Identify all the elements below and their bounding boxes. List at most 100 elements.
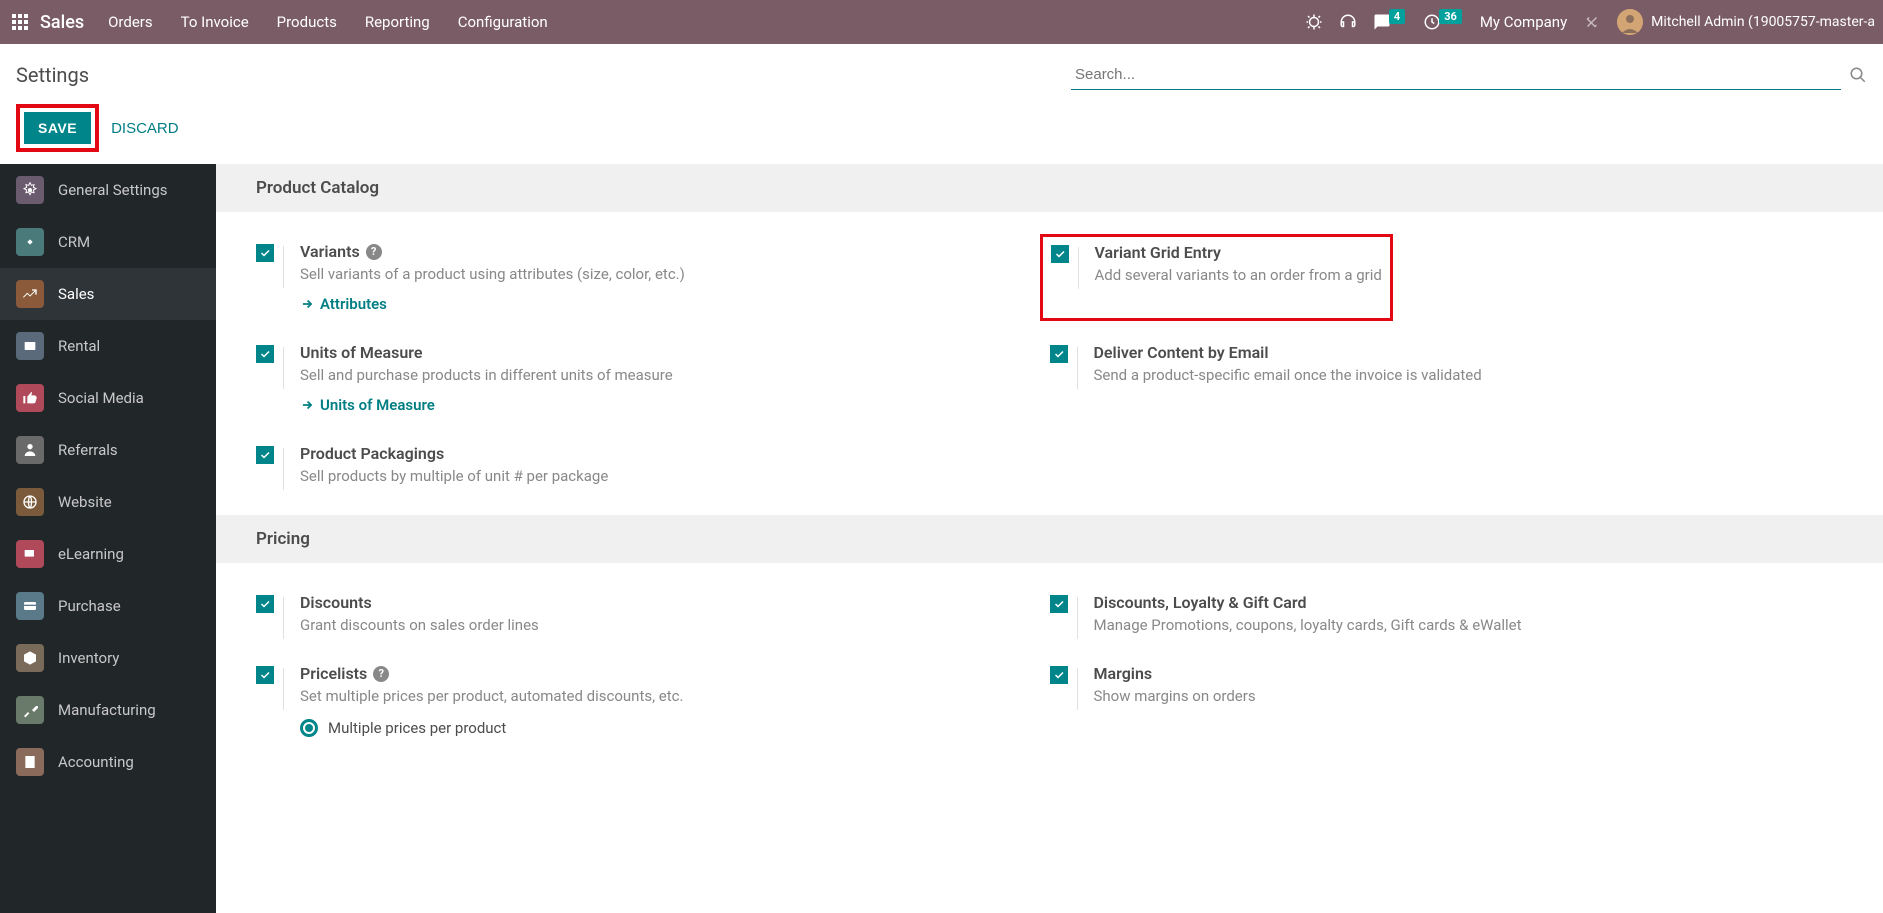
graduation-icon: [16, 540, 44, 568]
apps-icon[interactable]: [8, 10, 32, 34]
tools-icon[interactable]: [1583, 13, 1601, 31]
sidebar-item-purchase[interactable]: Purchase: [0, 580, 216, 632]
setting-desc: Sell products by multiple of unit # per …: [300, 467, 608, 485]
sidebar-item-label: Sales: [58, 285, 94, 303]
save-button[interactable]: SAVE: [24, 112, 91, 144]
section-header-product-catalog: Product Catalog: [216, 164, 1883, 212]
thumbs-up-icon: [16, 384, 44, 412]
sidebar-item-label: Accounting: [58, 753, 134, 771]
setting-loyalty: Discounts, Loyalty & Gift Card Manage Pr…: [1050, 583, 1844, 654]
sidebar-item-label: Manufacturing: [58, 701, 156, 719]
sidebar-item-label: Inventory: [58, 649, 119, 667]
setting-variants: Variants ? Sell variants of a product us…: [256, 232, 1050, 333]
handshake-icon: [16, 228, 44, 256]
setting-desc: Manage Promotions, coupons, loyalty card…: [1094, 616, 1522, 634]
checkbox-margins[interactable]: [1050, 666, 1068, 684]
box-icon: [16, 644, 44, 672]
messages-badge: 4: [1389, 9, 1405, 24]
activities-badge: 36: [1439, 9, 1462, 24]
search-icon[interactable]: [1841, 60, 1867, 90]
setting-title-label: Deliver Content by Email: [1094, 343, 1269, 362]
sidebar-item-label: eLearning: [58, 545, 124, 563]
link-attributes[interactable]: Attributes: [300, 295, 685, 313]
setting-desc: Add several variants to an order from a …: [1095, 266, 1382, 284]
user-name: Mitchell Admin (19005757-master-a: [1651, 14, 1875, 30]
app-brand[interactable]: Sales: [40, 12, 84, 33]
save-highlight-box: SAVE: [16, 104, 99, 152]
nav-orders[interactable]: Orders: [108, 13, 153, 31]
chart-icon: [16, 280, 44, 308]
checkbox-uom[interactable]: [256, 345, 274, 363]
setting-title-label: Product Packagings: [300, 444, 444, 463]
setting-desc: Grant discounts on sales order lines: [300, 616, 539, 634]
book-icon: [16, 748, 44, 776]
messages-icon[interactable]: 4: [1373, 13, 1407, 31]
setting-title-label: Variants: [300, 242, 360, 261]
activities-icon[interactable]: 36: [1423, 13, 1464, 31]
sidebar-item-label: Website: [58, 493, 112, 511]
user-menu[interactable]: Mitchell Admin (19005757-master-a: [1617, 9, 1875, 35]
support-icon[interactable]: [1339, 13, 1357, 31]
nav-to-invoice[interactable]: To Invoice: [181, 13, 249, 31]
setting-pricelists: Pricelists ? Set multiple prices per pro…: [256, 654, 1050, 757]
actions-row: SAVE DISCARD: [0, 96, 1883, 164]
section-header-pricing: Pricing: [216, 515, 1883, 563]
setting-discounts: Discounts Grant discounts on sales order…: [256, 583, 1050, 654]
page-title: Settings: [16, 63, 89, 87]
avatar: [1617, 9, 1643, 35]
checkbox-pricelists[interactable]: [256, 666, 274, 684]
sidebar-item-inventory[interactable]: Inventory: [0, 632, 216, 684]
sidebar-item-website[interactable]: Website: [0, 476, 216, 528]
nav-products[interactable]: Products: [277, 13, 337, 31]
setting-title-label: Discounts, Loyalty & Gift Card: [1094, 593, 1307, 612]
checkbox-loyalty[interactable]: [1050, 595, 1068, 613]
checkbox-packagings[interactable]: [256, 446, 274, 464]
nav-configuration[interactable]: Configuration: [458, 13, 548, 31]
discard-button[interactable]: DISCARD: [107, 112, 183, 145]
sidebar-item-label: Rental: [58, 337, 100, 355]
sidebar-item-social-media[interactable]: Social Media: [0, 372, 216, 424]
setting-title-label: Pricelists: [300, 664, 367, 683]
sidebar-item-elearning[interactable]: eLearning: [0, 528, 216, 580]
setting-deliver-email: Deliver Content by Email Send a product-…: [1050, 333, 1844, 434]
checkbox-discounts[interactable]: [256, 595, 274, 613]
top-navbar: Sales Orders To Invoice Products Reporti…: [0, 0, 1883, 44]
sidebar-item-referrals[interactable]: Referrals: [0, 424, 216, 476]
company-name[interactable]: My Company: [1480, 13, 1567, 31]
sidebar-item-sales[interactable]: Sales: [0, 268, 216, 320]
sidebar-item-manufacturing[interactable]: Manufacturing: [0, 684, 216, 736]
link-uom[interactable]: Units of Measure: [300, 396, 673, 414]
sidebar-item-general-settings[interactable]: General Settings: [0, 164, 216, 216]
card-icon: [16, 592, 44, 620]
navbar-right: 4 36 My Company Mitchell Admin (19005757…: [1305, 9, 1875, 35]
setting-margins: Margins Show margins on orders: [1050, 654, 1844, 757]
key-icon: [16, 332, 44, 360]
sidebar-item-accounting[interactable]: Accounting: [0, 736, 216, 788]
variant-grid-highlight-box: Variant Grid Entry Add several variants …: [1040, 234, 1393, 321]
sidebar-item-rental[interactable]: Rental: [0, 320, 216, 372]
setting-packagings: Product Packagings Sell products by mult…: [256, 434, 1050, 505]
bug-icon[interactable]: [1305, 13, 1323, 31]
nav-reporting[interactable]: Reporting: [365, 13, 430, 31]
globe-icon: [16, 488, 44, 516]
help-icon[interactable]: ?: [366, 244, 382, 260]
checkbox-variant-grid[interactable]: [1051, 245, 1069, 263]
sidebar-item-label: General Settings: [58, 181, 168, 199]
setting-title-label: Margins: [1094, 664, 1153, 683]
search-input[interactable]: [1071, 60, 1841, 90]
setting-title-label: Variant Grid Entry: [1095, 243, 1221, 262]
checkbox-deliver-email[interactable]: [1050, 345, 1068, 363]
control-bar: Settings: [0, 44, 1883, 96]
settings-content: Product Catalog Variants ? Sell variants…: [216, 164, 1883, 913]
help-icon[interactable]: ?: [373, 666, 389, 682]
radio-multiple-prices[interactable]: Multiple prices per product: [300, 719, 683, 737]
sidebar-item-crm[interactable]: CRM: [0, 216, 216, 268]
setting-desc: Send a product-specific email once the i…: [1094, 366, 1482, 384]
setting-desc: Sell variants of a product using attribu…: [300, 265, 685, 283]
setting-uom: Units of Measure Sell and purchase produ…: [256, 333, 1050, 434]
nav-links: Orders To Invoice Products Reporting Con…: [108, 13, 1305, 31]
sidebar-item-label: Referrals: [58, 441, 118, 459]
radio-icon: [300, 719, 318, 737]
checkbox-variants[interactable]: [256, 244, 274, 262]
setting-desc: Sell and purchase products in different …: [300, 366, 673, 384]
